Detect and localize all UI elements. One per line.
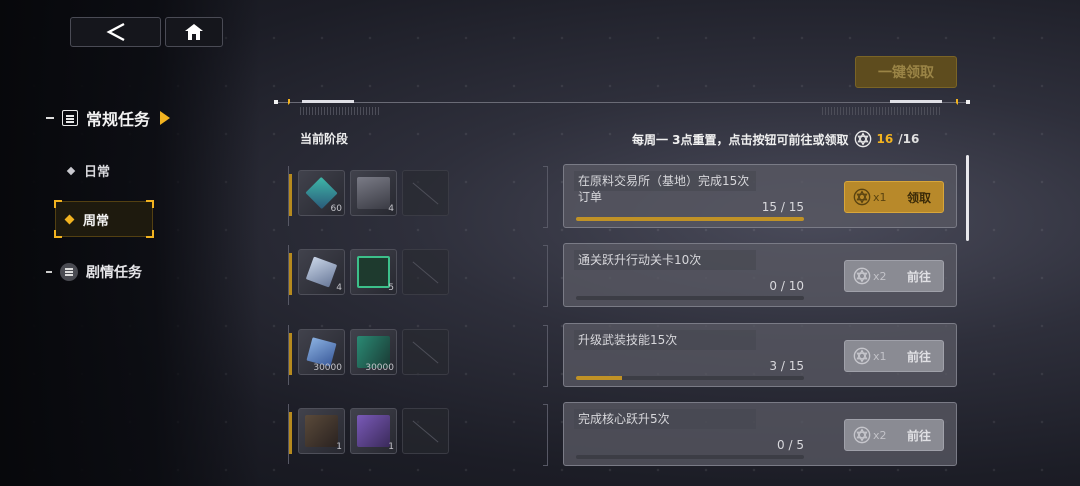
task-row: 1 1 完成核心跃升5次 0 / 5 x2 前往: [288, 402, 958, 466]
reward-qty: 4: [388, 204, 394, 214]
reset-note-text: 每周一 3点重置，点击按钮可前往或领取: [632, 132, 849, 147]
task-progress-bar: [576, 296, 804, 300]
reward-qty: 1: [388, 442, 394, 452]
expand-arrow-icon: [160, 111, 171, 125]
claim-all-button[interactable]: 一键领取: [855, 56, 957, 88]
sidebar-category-label: 常规任务: [86, 110, 151, 129]
back-chevron-icon: [105, 22, 125, 42]
current-stage-label: 当前阶段: [300, 132, 349, 146]
activity-token-icon: [853, 267, 871, 285]
action-label: 领取: [906, 190, 931, 205]
reward-strip: 1 1: [288, 404, 548, 466]
reward-multiplier: x2: [873, 269, 887, 283]
scrollbar[interactable]: [966, 155, 969, 241]
data-card-icon[interactable]: 4: [350, 170, 397, 216]
device-box-icon[interactable]: 1: [298, 408, 345, 454]
header-divider: [274, 102, 970, 103]
reward-qty: 4: [336, 283, 342, 293]
task-progress-text: 3 / 15: [769, 359, 804, 373]
task-card: 升级武装技能15次 3 / 15 x1 前往: [563, 323, 957, 387]
reward-qty: 1: [336, 442, 342, 452]
task-name: 完成核心跃升5次: [578, 412, 670, 426]
empty-reward-slot: [402, 408, 449, 454]
story-list-icon: [60, 263, 78, 281]
reward-qty: 60: [330, 204, 342, 214]
sidebar-category-regular[interactable]: 常规任务: [46, 106, 171, 130]
go-button[interactable]: x1 前往: [844, 340, 944, 372]
home-icon: [185, 24, 203, 40]
empty-reward-slot: [402, 329, 449, 375]
action-label: 前往: [906, 269, 931, 284]
sidebar-category-story[interactable]: 剧情任务: [46, 261, 142, 283]
task-progress-bar: [576, 376, 804, 380]
weekly-count-total: /16: [898, 132, 920, 146]
weekly-count-current: 16: [876, 132, 894, 146]
activity-token-icon: [853, 426, 871, 444]
task-progress-text: 0 / 5: [777, 438, 804, 452]
empty-reward-slot: [402, 249, 449, 295]
activity-token-icon: [854, 130, 871, 148]
task-card: 完成核心跃升5次 0 / 5 x2 前往: [563, 402, 957, 466]
action-label: 前往: [906, 428, 931, 443]
crystal-cube-icon[interactable]: 4: [298, 249, 345, 295]
task-row: 60 4 在原料交易所（基地）完成15次订单 15 / 15 x1 领取: [288, 164, 958, 228]
reward-multiplier: x2: [873, 428, 887, 442]
cube-chip-icon[interactable]: 60: [298, 170, 345, 216]
task-name: 升级武装技能15次: [578, 333, 678, 347]
reward-qty: 5: [388, 283, 394, 293]
task-card: 通关跃升行动关卡10次 0 / 10 x2 前往: [563, 243, 957, 307]
sidebar-item-daily[interactable]: 日常: [66, 161, 111, 180]
reward-qty: 30000: [365, 363, 394, 373]
reward-multiplier: x1: [873, 349, 887, 363]
sidebar-item-label: 日常: [84, 165, 111, 180]
ticket-02-icon[interactable]: 5: [350, 249, 397, 295]
dash-marker: [46, 271, 52, 273]
task-name: 通关跃升行动关卡10次: [578, 253, 702, 267]
activity-token-icon: [853, 188, 871, 206]
sidebar-category-label: 剧情任务: [86, 265, 142, 281]
task-card: 在原料交易所（基地）完成15次订单 15 / 15 x1 领取: [563, 164, 957, 228]
empty-reward-slot: [402, 170, 449, 216]
exp-card-icon[interactable]: 30000: [350, 329, 397, 375]
reward-strip: 4 5: [288, 245, 548, 307]
back-button[interactable]: [70, 17, 161, 47]
task-row: 4 5 通关跃升行动关卡10次 0 / 10 x2 前往: [288, 243, 958, 307]
list-icon: [62, 110, 78, 126]
sidebar-shade: [0, 0, 260, 486]
dash-marker: [46, 117, 54, 119]
reward-strip: 60 4: [288, 166, 548, 228]
task-name: 在原料交易所（基地）完成15次订单: [578, 174, 750, 204]
go-button[interactable]: x2 前往: [844, 260, 944, 292]
activity-token-icon: [853, 347, 871, 365]
action-label: 前往: [906, 349, 931, 364]
diamond-bullet-icon: [66, 166, 76, 175]
weekly-reset-note: 每周一 3点重置，点击按钮可前往或领取 16/16: [632, 130, 919, 148]
sidebar-item-weekly[interactable]: 周常: [54, 200, 154, 238]
task-progress-bar: [576, 455, 804, 459]
task-progress-text: 15 / 15: [761, 200, 804, 214]
home-button[interactable]: [165, 17, 223, 47]
claim-button[interactable]: x1 领取: [844, 181, 944, 213]
task-row: 30000 30000 升级武装技能15次 3 / 15 x1 前往: [288, 323, 958, 387]
task-progress-bar: [576, 217, 804, 221]
reward-multiplier: x1: [873, 190, 887, 204]
purple-crate-icon[interactable]: 1: [350, 408, 397, 454]
sidebar-item-label: 周常: [83, 213, 110, 229]
credit-block-icon[interactable]: 30000: [298, 329, 345, 375]
reward-qty: 30000: [313, 363, 342, 373]
go-button[interactable]: x2 前往: [844, 419, 944, 451]
diamond-bullet-icon: [64, 214, 75, 224]
task-progress-text: 0 / 10: [769, 279, 804, 293]
reward-strip: 30000 30000: [288, 325, 548, 387]
